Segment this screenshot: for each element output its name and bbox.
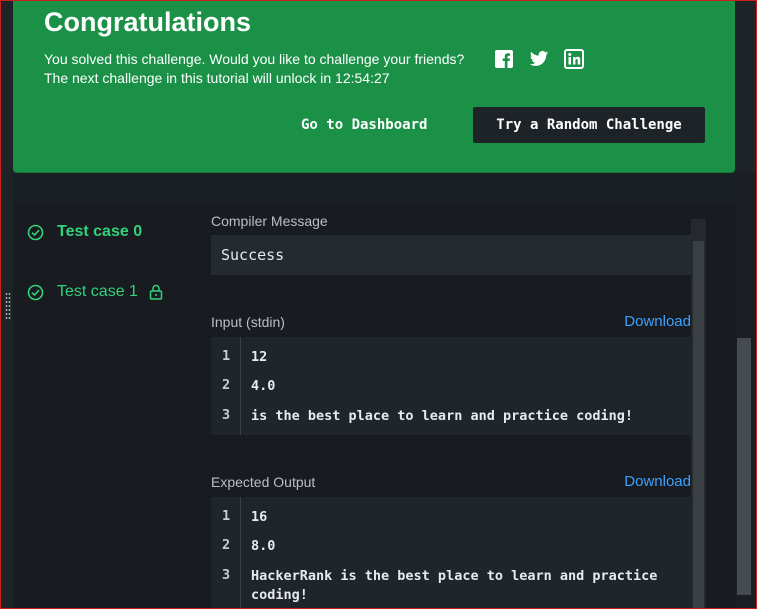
check-circle-icon [27,224,44,240]
expected-output-label: Expected Output [211,474,316,490]
test-case-0-label: Test case 0 [57,223,143,240]
test-case-1-tab[interactable]: Test case 1 [27,283,176,301]
compiler-message-label: Compiler Message [211,213,328,229]
test-results-panel: Test case 0 Test case 1 Compiler Message… [13,203,735,609]
compiler-message-box: Success [211,235,691,275]
compiler-message-text: Success [221,246,285,264]
line-number: 2 [222,377,231,393]
code-text: HackerRank is the best place to learn an… [251,568,658,603]
drag-handle-icon[interactable] [5,292,11,322]
test-case-0-tab[interactable]: Test case 0 [27,223,142,241]
line-number: 3 [222,407,231,423]
separator-strip [13,173,735,203]
input-label: Input (stdin) [211,314,285,330]
line-number: 2 [222,537,231,553]
line-number: 3 [222,567,231,583]
details-scrollbar[interactable] [691,219,706,609]
linkedin-icon[interactable] [564,49,584,69]
line-number: 1 [222,508,231,524]
twitter-icon[interactable] [529,49,549,69]
challenge-friends-text: You solved this challenge. Would you lik… [44,51,465,67]
check-circle-icon [27,284,44,300]
test-case-details: Compiler Message Success Input (stdin) D… [211,203,691,609]
try-random-challenge-button[interactable]: Try a Random Challenge [473,107,705,143]
output-download-link[interactable]: Download [624,473,691,490]
code-text: is the best place to learn and practice … [251,408,634,424]
code-text: 4.0 [251,378,276,394]
banner-title: Congratulations [44,7,251,37]
input-download-link[interactable]: Download [624,313,691,330]
details-scrollbar-thumb[interactable] [693,241,704,609]
congratulations-banner: Congratulations You solved this challeng… [13,0,735,173]
expected-output-code-block: 1 16 2 8.0 3 HackerRank is the best plac… [211,497,691,609]
go-to-dashboard-button[interactable]: Go to Dashboard [301,117,427,133]
page-scrollbar-thumb[interactable] [737,338,751,595]
page-scrollbar[interactable] [735,172,757,609]
facebook-icon[interactable] [494,49,514,69]
lock-icon [149,284,163,300]
code-text: 16 [251,509,268,525]
code-text: 8.0 [251,538,276,554]
code-text: 12 [251,349,268,365]
line-number: 1 [222,348,231,364]
input-code-block: 1 12 2 4.0 3 is the best place to learn … [211,337,691,435]
test-case-1-label: Test case 1 [57,283,138,300]
unlock-timer-text: The next challenge in this tutorial will… [44,70,390,86]
